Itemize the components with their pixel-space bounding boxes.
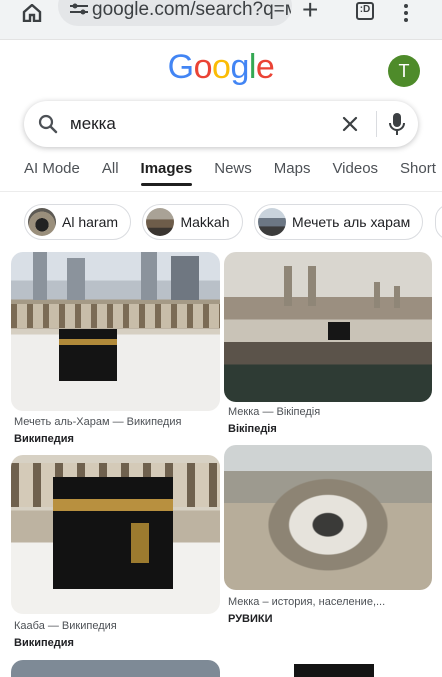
tab-switcher-icon[interactable]: :D [356, 2, 374, 20]
chip-al-haram[interactable]: Al haram [24, 204, 132, 240]
result-image-6[interactable] [224, 634, 432, 677]
result-source-2[interactable]: Вікіпедія [228, 423, 277, 435]
logo-letter: o [193, 48, 213, 86]
refinement-chips: Al haram Makkah Мечеть аль харам [24, 204, 442, 242]
tab-videos[interactable]: Videos [332, 158, 378, 188]
chip-label: Al haram [62, 214, 119, 230]
logo-letter: g [230, 48, 249, 86]
result-image-5[interactable] [11, 660, 220, 677]
chip-partial[interactable] [434, 204, 442, 240]
tab-short[interactable]: Short [400, 158, 436, 188]
more-menu-icon[interactable] [404, 4, 410, 25]
arcade-shape [11, 304, 220, 328]
tower-shape [67, 258, 85, 300]
chip-thumbnail [257, 208, 286, 236]
result-image-3[interactable] [11, 455, 220, 614]
result-image-4[interactable] [224, 445, 432, 590]
minaret-shape [394, 286, 400, 308]
kaaba-shape [294, 664, 374, 677]
kaaba-shape [53, 477, 173, 589]
result-image-2[interactable] [224, 252, 432, 402]
tab-maps[interactable]: Maps [274, 158, 311, 188]
tab-all[interactable]: All [102, 158, 119, 188]
result-caption-2[interactable]: Мекка — Вікіпедія [228, 406, 436, 418]
result-image-1[interactable] [11, 252, 220, 411]
tab-images[interactable]: Images [140, 158, 192, 188]
search-divider [376, 111, 377, 137]
search-box[interactable] [24, 101, 418, 147]
site-settings-icon[interactable] [70, 3, 88, 15]
search-input[interactable] [70, 113, 310, 135]
chip-label: Мечеть аль харам [291, 214, 411, 230]
new-tab-icon[interactable]: + [302, 0, 318, 24]
tower-shape [33, 252, 47, 300]
chip-label: Makkah [180, 214, 230, 230]
kaaba-shape [328, 322, 350, 340]
address-bar[interactable]: google.com/search?q=мекк [58, 0, 292, 26]
chip-thumbnail [146, 208, 175, 236]
google-logo[interactable]: Google [0, 48, 442, 87]
account-avatar[interactable]: T [388, 55, 420, 87]
minaret-shape [374, 282, 380, 308]
tabs-divider [0, 191, 442, 192]
tower-shape [141, 252, 157, 300]
minaret-shape [308, 266, 316, 306]
logo-letter: o [212, 48, 231, 86]
tab-ai-mode[interactable]: AI Mode [24, 158, 80, 188]
clear-icon[interactable] [340, 114, 360, 134]
chip-mosque-al-haram[interactable]: Мечеть аль харам [253, 204, 424, 240]
search-tabs: AI Mode All Images News Maps Videos Short [24, 158, 442, 188]
logo-letter: l [248, 48, 257, 86]
home-icon[interactable] [22, 4, 42, 22]
result-caption-3[interactable]: Кааба — Википедия [14, 620, 222, 632]
url-text: google.com/search?q=мекк [92, 0, 292, 20]
result-caption-1[interactable]: Мечеть аль-Харам — Википедия [14, 416, 222, 428]
result-source-1[interactable]: Википедия [14, 433, 74, 445]
logo-letter: G [167, 48, 194, 86]
result-caption-4[interactable]: Мекка – история, население,... [228, 596, 436, 608]
chip-makkah[interactable]: Makkah [142, 204, 243, 240]
browser-toolbar: google.com/search?q=мекк + :D [0, 0, 442, 40]
minaret-shape [284, 266, 292, 306]
result-source-3[interactable]: Википедия [14, 637, 74, 649]
microphone-icon[interactable] [388, 112, 406, 136]
chip-thumbnail [28, 208, 56, 236]
logo-letter: e [255, 48, 275, 86]
tower-shape [171, 256, 199, 300]
search-icon[interactable] [38, 114, 58, 134]
kaaba-door-shape [131, 523, 149, 563]
tab-news[interactable]: News [214, 158, 252, 188]
result-source-4[interactable]: РУВИКИ [228, 613, 273, 625]
kaaba-shape [59, 329, 117, 381]
